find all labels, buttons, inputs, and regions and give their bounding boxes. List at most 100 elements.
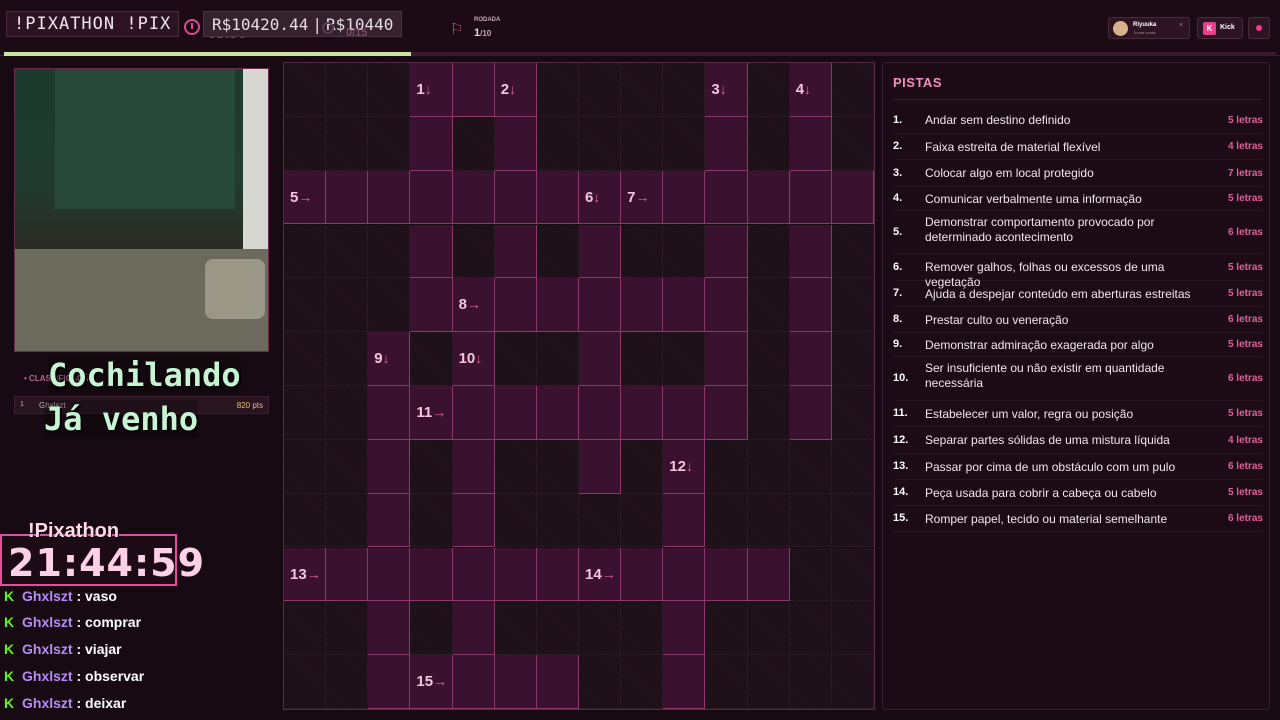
grid-cell-open[interactable] (368, 601, 411, 656)
clue-item[interactable]: 4. Comunicar verbalmente uma informação 5 … (893, 187, 1263, 211)
grid-cell-open[interactable] (747, 547, 790, 602)
clue-item[interactable]: 5. Demonstrar comportamento provocado por… (893, 211, 1263, 254)
chat-username: Ghxlszt (22, 614, 73, 630)
grid-cell-open[interactable] (705, 224, 748, 279)
grid-cell-open[interactable] (494, 278, 537, 333)
grid-cell-open[interactable] (452, 655, 495, 709)
words-count: 0/15 (346, 27, 368, 39)
grid-cell-open[interactable] (452, 170, 495, 225)
grid-cell-open[interactable] (747, 170, 790, 225)
clue-item[interactable]: 11. Estabelecer um valor, regra ou posiçã… (893, 401, 1263, 427)
clue-item[interactable]: 2. Faixa estreita de material flexível 4 l… (893, 134, 1263, 160)
grid-cell-open[interactable] (452, 601, 495, 656)
grid-cell-open[interactable] (705, 547, 748, 602)
grid-cell-open[interactable] (368, 386, 411, 440)
grid-cell-open[interactable] (536, 386, 579, 440)
grid-cell-open[interactable] (621, 386, 664, 440)
grid-cell-open[interactable] (621, 547, 664, 602)
clue-index: 12. (893, 433, 909, 446)
grid-cell-open[interactable] (452, 493, 495, 548)
grid-cell-open[interactable] (494, 386, 537, 440)
grid-cell-blocked (410, 493, 453, 548)
grid-cell-open[interactable] (536, 655, 579, 709)
grid-cell-open[interactable] (663, 493, 706, 548)
clue-item[interactable]: 10. Ser insuficiente ou não existir em qu… (893, 357, 1263, 401)
clue-item[interactable]: 14. Peça usada para cobrir a cabeça ou ca… (893, 480, 1263, 506)
grid-cell-open[interactable] (410, 224, 453, 279)
clue-text: Ajuda a despejar conteúdo em aberturas e… (925, 286, 1191, 301)
grid-cell-open[interactable] (705, 278, 748, 333)
grid-cell-blocked (621, 63, 664, 117)
clue-item[interactable]: 9. Demonstrar admiração exagerada por alg… (893, 333, 1263, 357)
clue-item[interactable]: 13. Passar por cima de um obstáculo com u… (893, 454, 1263, 480)
grid-cell-open[interactable] (663, 170, 706, 225)
user-name: Riyuuka (1133, 22, 1157, 28)
close-icon[interactable]: × (1179, 22, 1183, 29)
grid-cell-open[interactable] (579, 386, 622, 440)
grid-cell-open[interactable] (579, 278, 622, 333)
grid-cell-blocked (705, 439, 748, 494)
grid-cell-open[interactable] (705, 386, 748, 440)
clue-item[interactable]: 1. Andar sem destino definido 5 letras (893, 107, 1263, 134)
grid-cell-open[interactable] (663, 278, 706, 333)
grid-cell-open[interactable] (494, 224, 537, 279)
grid-cell-open[interactable] (705, 170, 748, 225)
grid-cell-open[interactable] (410, 278, 453, 333)
grid-cell-open[interactable] (368, 493, 411, 548)
grid-cell-open[interactable] (789, 170, 832, 225)
grid-cell-blocked (621, 224, 664, 279)
grid-cell-open[interactable] (705, 116, 748, 171)
grid-cell-open[interactable] (452, 547, 495, 602)
grid-cell-open[interactable] (663, 547, 706, 602)
grid-cell-open[interactable] (326, 547, 369, 602)
grid-cell-open[interactable] (326, 170, 369, 225)
clue-item[interactable]: 3. Colocar algo em local protegido 7 letra… (893, 160, 1263, 187)
chat-text: : deixar (72, 695, 127, 711)
grid-cell-open[interactable] (579, 332, 622, 386)
grid-cell-open[interactable] (663, 601, 706, 656)
grid-cell-open[interactable] (494, 547, 537, 602)
grid-cell-open[interactable] (789, 278, 832, 333)
grid-cell-open[interactable] (494, 116, 537, 171)
clue-item[interactable]: 12. Separar partes sólidas de uma mistura… (893, 427, 1263, 454)
grid-cell-open[interactable] (494, 655, 537, 709)
clue-index: 8. (893, 313, 903, 325)
grid-cell-open[interactable] (368, 170, 411, 225)
grid-cell-open[interactable] (579, 224, 622, 279)
grid-cell-open[interactable] (621, 278, 664, 333)
kick-button[interactable]: K Kick (1197, 17, 1243, 39)
grid-cell-open[interactable] (452, 439, 495, 494)
grid-cell-open[interactable] (452, 386, 495, 440)
grid-cell-blocked (831, 63, 874, 117)
grid-cell-open[interactable] (368, 439, 411, 494)
grid-cell-open[interactable] (789, 224, 832, 279)
grid-cell-open[interactable] (663, 655, 706, 709)
grid-cell-open[interactable] (494, 170, 537, 225)
grid-cell-open[interactable] (410, 170, 453, 225)
clue-item[interactable]: 15. Romper papel, tecido ou material seme… (893, 506, 1263, 532)
grid-cell-open[interactable] (789, 332, 832, 386)
grid-cell-open[interactable] (368, 655, 411, 709)
grid-cell-open[interactable] (663, 386, 706, 440)
clue-item[interactable]: 6. Remover galhos, folhas ou excessos de … (893, 254, 1263, 289)
grid-cell-blocked (747, 655, 790, 709)
user-account-chip[interactable]: Riyuuka Trocar conta × (1108, 17, 1190, 39)
grid-cell-open[interactable] (410, 547, 453, 602)
grid-cell-open[interactable] (536, 170, 579, 225)
grid-cell-open[interactable] (536, 547, 579, 602)
grid-cell-open[interactable] (789, 116, 832, 171)
grid-cell-open[interactable] (536, 278, 579, 333)
theme-toggle-button[interactable] (1248, 17, 1270, 39)
clue-item[interactable]: 8. Prestar culto ou veneração 6 letras (893, 307, 1263, 333)
money-separator: | (312, 14, 322, 34)
grid-cell-open[interactable] (452, 63, 495, 117)
grid-cell-open[interactable] (789, 386, 832, 440)
grid-cell-open[interactable] (705, 332, 748, 386)
clue-item[interactable]: 7. Ajuda a despejar conteúdo em aberturas… (893, 281, 1263, 307)
grid-cell-open[interactable] (410, 116, 453, 171)
crossword-grid[interactable]: 1↓ 2↓ 3↓ 4↓ 5→ 6↓ 7→ 8→ 9↓ 10↓ 11→ 12↓ 13→ 14→ 15→ (283, 62, 875, 710)
grid-cell-open[interactable] (368, 547, 411, 602)
ranking-position: 1 (20, 401, 24, 408)
grid-cell-open[interactable] (831, 170, 874, 225)
grid-cell-open[interactable] (579, 439, 622, 494)
